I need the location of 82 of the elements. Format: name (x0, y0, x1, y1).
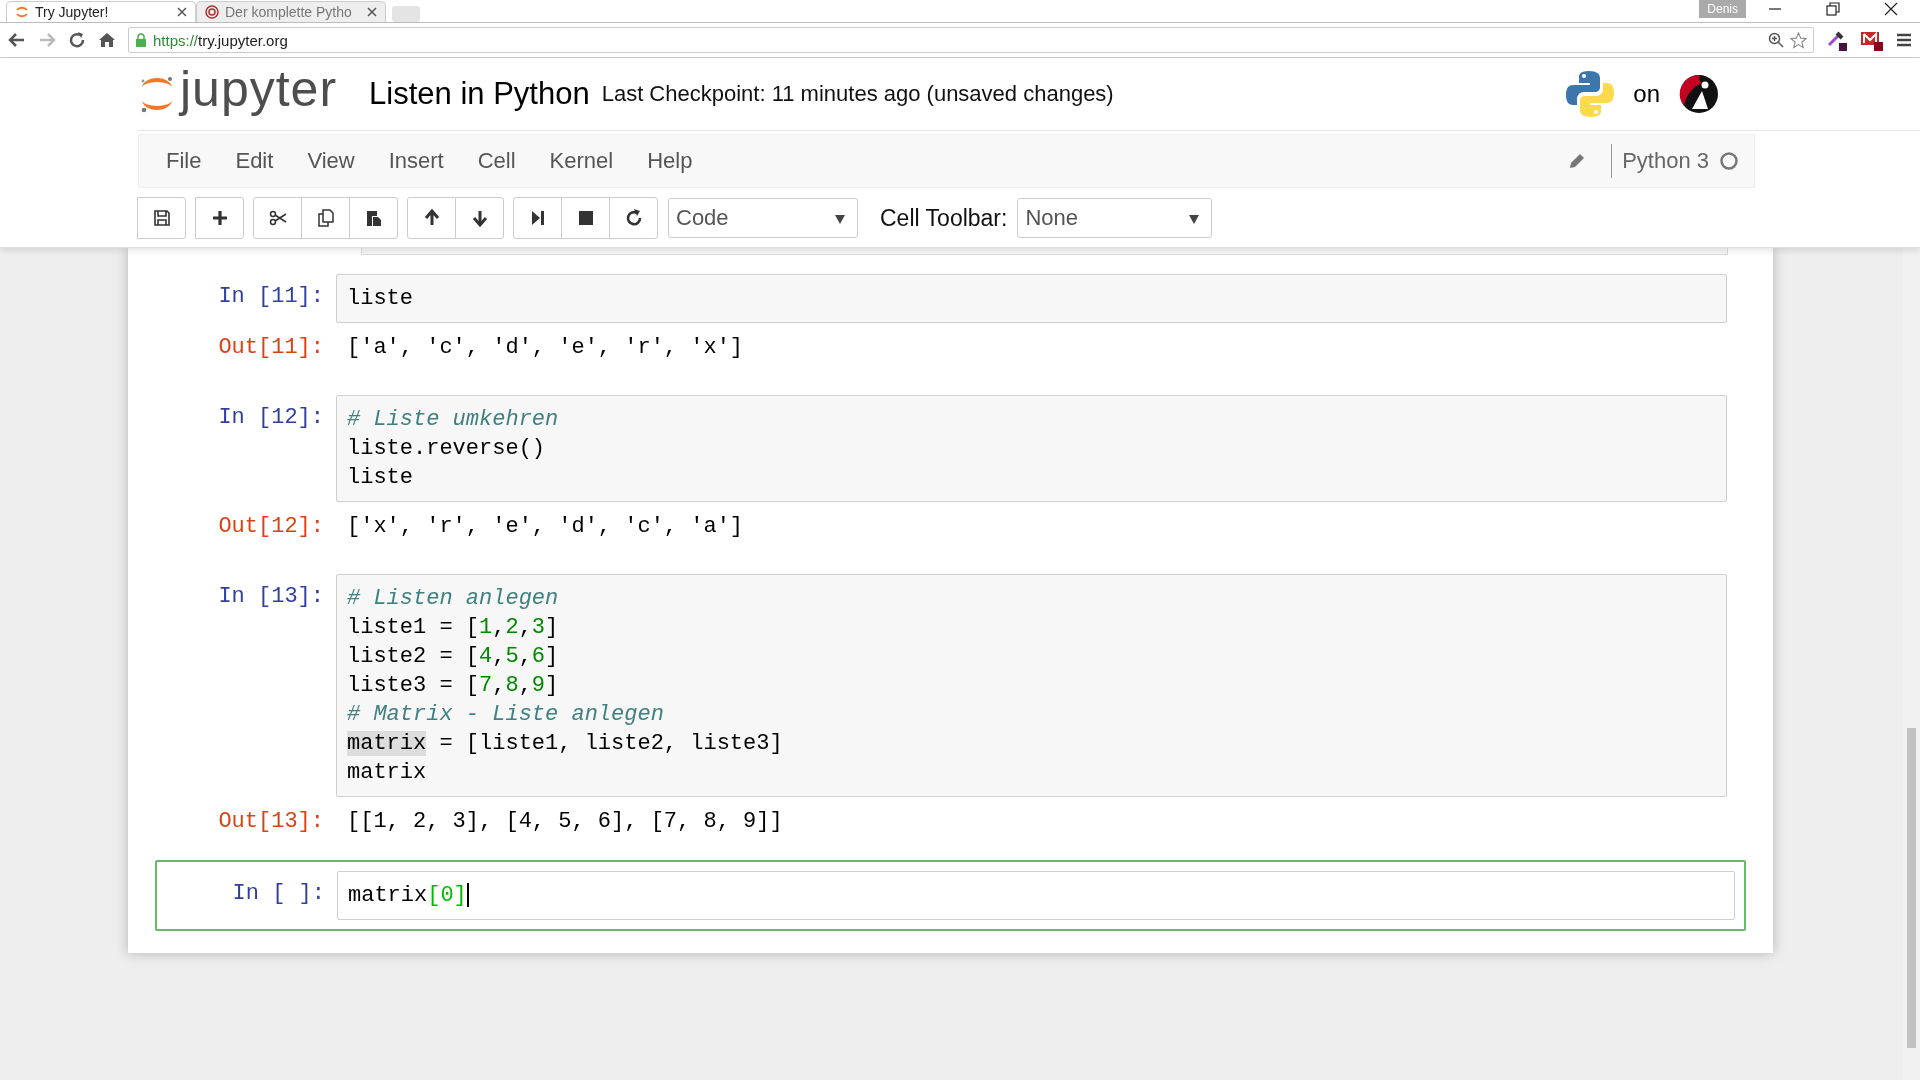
code-line: liste2 = [4,5,6] (347, 643, 559, 671)
down-arrow-button[interactable] (455, 197, 504, 239)
swirl-logo-icon (205, 5, 219, 19)
menu-item[interactable]: Edit (223, 148, 296, 174)
code-line: matrix = [liste1, liste2, liste3] (347, 730, 783, 758)
input-prompt: In [ ]: (231, 880, 326, 908)
eyedropper-icon[interactable] (1826, 29, 1848, 51)
code-line: liste (347, 285, 413, 313)
back-icon[interactable] (8, 31, 26, 49)
spinner-logo-icon (15, 5, 29, 19)
code-cell[interactable]: In [12]: # Liste umkehren liste.reverse() liste Out[12]: ['x', 'r', 'e', 'd', 'c', 'a'] (155, 374, 1746, 555)
menu-item[interactable]: File (154, 148, 224, 174)
code-editor[interactable]: # Listen anlegen liste1 = [1,2,3] liste2 = [4,5,6] liste3 = [7,8,9] # Matrix - Liste anlegen matrix = [liste1, liste2, liste3] matrix (336, 574, 1727, 797)
code-line: liste1 = [1,2,3] (347, 614, 559, 642)
code-line: liste (347, 464, 413, 492)
cell-toolbar-label: Cell Toolbar: (880, 204, 1008, 232)
code-editor[interactable]: liste (336, 274, 1727, 323)
code-line: matrix[0] (348, 882, 469, 910)
plus-button[interactable] (195, 197, 244, 239)
code-line: # Liste umkehren (347, 406, 559, 434)
caret-icon (1189, 215, 1200, 224)
code-line: liste3 = [7,8,9] (347, 672, 559, 700)
input-prompt: In [11]: (217, 283, 325, 311)
menu-item[interactable]: Cell (465, 148, 538, 174)
cell-type-dropdown[interactable]: Code (668, 198, 858, 238)
scissors-icon (267, 208, 288, 228)
step-button[interactable] (513, 197, 562, 239)
mail-icon[interactable] (1860, 29, 1884, 51)
on-label: on (1633, 80, 1660, 108)
menu-item[interactable]: Kernel (537, 148, 636, 174)
up-arrow-button[interactable] (407, 197, 456, 239)
output-text: ['x', 'r', 'e', 'd', 'c', 'a'] (346, 513, 745, 541)
close-icon[interactable] (177, 7, 187, 17)
code-line: matrix (347, 759, 427, 787)
output-text: ['a', 'c', 'd', 'e', 'r', 'x'] (346, 334, 745, 362)
jupyter-logo[interactable]: jupyter (138, 70, 338, 118)
menu-item[interactable]: Help (635, 148, 715, 174)
output-prompt: Out[13]: (217, 808, 325, 836)
menu-item[interactable]: Insert (376, 148, 466, 174)
scrollbar-thumb[interactable] (1907, 728, 1916, 1048)
caret-icon (835, 215, 845, 224)
url-text: https://try.jupyter.org (153, 31, 288, 49)
checkpoint-status: Last Checkpoint: 11 minutes ago (unsaved changes) (601, 81, 1114, 107)
output-text: [[1, 2, 3], [4, 5, 6], [7, 8, 9]] (346, 808, 784, 836)
close-icon[interactable] (367, 7, 377, 17)
lock-icon (135, 33, 147, 47)
menu-icon[interactable] (1896, 32, 1912, 48)
input-prompt: In [12]: (217, 404, 325, 432)
stop-button[interactable] (561, 197, 610, 239)
code-line: # Listen anlegen (347, 585, 559, 613)
scissors-button[interactable] (253, 197, 302, 239)
save-icon (151, 208, 172, 228)
star-icon[interactable] (1790, 31, 1807, 49)
menu-item[interactable]: View (295, 148, 377, 174)
code-cell[interactable]: In [13]: # Listen anlegen liste1 = [1,2,3] liste2 = [4,5,6] liste3 = [7,8,9] # Matrix - Liste anlegen matrix = [liste1, liste2, liste3] matrix Out[13]: [[1, 2, 3], [4, 5, 6], [7, 8, 9]] (155, 553, 1746, 850)
code-line: # Matrix - Liste anlegen (347, 701, 664, 729)
input-prompt: In [13]: (217, 583, 325, 611)
rackspace-logo-icon (1678, 73, 1720, 115)
code-editor[interactable]: # Liste umkehren liste.reverse() liste (336, 395, 1727, 502)
browser-tab[interactable]: Try Jupyter! (6, 1, 196, 22)
paste-button[interactable] (349, 197, 398, 239)
code-cell[interactable]: In [11]: liste Out[11]: ['a', 'c', 'd', 'e', 'r', 'x'] (155, 253, 1746, 376)
address-field[interactable]: https://try.jupyter.org (128, 27, 1814, 53)
python-logo-icon (1565, 69, 1616, 119)
save-button[interactable] (137, 197, 186, 239)
restore-icon[interactable] (1826, 2, 1840, 16)
zoom-icon[interactable] (1768, 32, 1784, 48)
home-icon[interactable] (98, 31, 116, 49)
browser-tab[interactable]: Der komplette Pytho (196, 1, 386, 22)
code-cell[interactable]: In [ ]: matrix[0] (155, 860, 1746, 931)
refresh-button[interactable] (609, 197, 658, 239)
output-prompt: Out[11]: (217, 334, 325, 362)
output-prompt: Out[12]: (217, 513, 325, 541)
cell-toolbar-dropdown[interactable]: None (1017, 198, 1213, 238)
kernel-name: Python 3 (1622, 148, 1709, 174)
reload-icon[interactable] (68, 31, 86, 49)
code-editor[interactable]: matrix[0] (337, 871, 1735, 920)
notebook-title[interactable]: Listen in Python (369, 76, 590, 112)
close-icon[interactable] (1884, 2, 1898, 16)
copy-icon (315, 208, 336, 228)
copy-button[interactable] (301, 197, 350, 239)
code-line: liste.reverse() (347, 435, 546, 463)
